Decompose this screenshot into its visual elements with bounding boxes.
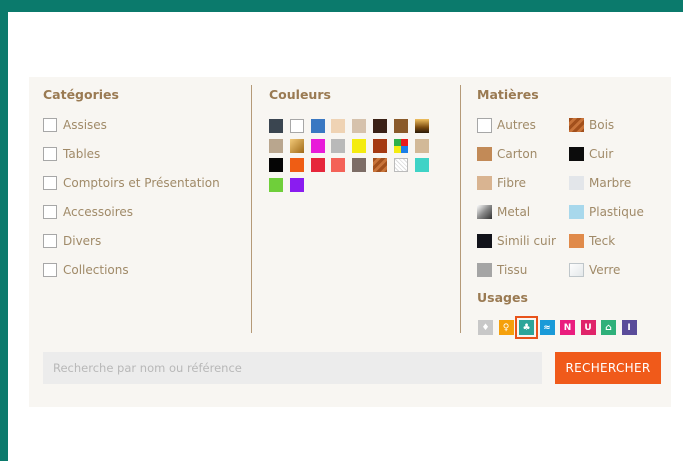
material-swatch[interactable]: [569, 205, 584, 219]
category-item[interactable]: Assises: [43, 117, 107, 133]
category-item[interactable]: Tables: [43, 146, 100, 162]
material-label: Carton: [497, 147, 538, 161]
torch-icon[interactable]: ♦: [478, 320, 493, 335]
material-item[interactable]: Simili cuir: [477, 233, 556, 249]
material-item[interactable]: Marbre: [569, 175, 631, 191]
color-swatch[interactable]: [373, 119, 387, 133]
color-swatch[interactable]: [414, 138, 429, 153]
material-label: Plastique: [589, 205, 644, 219]
materials-title: Matières: [477, 87, 539, 102]
info-icon[interactable]: I: [621, 320, 637, 335]
material-label: Verre: [589, 263, 621, 277]
material-item[interactable]: Carton: [477, 146, 537, 162]
material-label: Simili cuir: [497, 234, 556, 248]
category-label: Assises: [63, 118, 107, 132]
material-swatch[interactable]: [477, 234, 492, 248]
color-swatch[interactable]: [352, 119, 367, 133]
color-swatch[interactable]: [393, 119, 408, 133]
colors-title: Couleurs: [269, 87, 331, 102]
color-swatch[interactable]: [331, 158, 346, 172]
color-swatch[interactable]: [331, 138, 346, 153]
categories-title: Catégories: [43, 87, 119, 102]
category-label: Accessoires: [63, 205, 134, 219]
material-swatch[interactable]: [569, 118, 584, 132]
color-swatch[interactable]: [310, 158, 325, 172]
color-swatch[interactable]: [373, 138, 387, 153]
material-swatch[interactable]: [569, 234, 584, 248]
color-swatch[interactable]: [393, 158, 408, 172]
category-label: Divers: [63, 234, 102, 248]
color-swatch[interactable]: [352, 158, 367, 172]
color-swatch[interactable]: [414, 158, 429, 172]
color-swatch[interactable]: [414, 119, 429, 133]
tree-icon[interactable]: ♣: [515, 316, 538, 339]
material-item[interactable]: Teck: [569, 233, 615, 249]
color-swatch[interactable]: [373, 158, 387, 172]
material-swatch[interactable]: [569, 147, 584, 161]
color-swatch[interactable]: [310, 119, 325, 133]
outdoor-icon[interactable]: ⌂: [601, 320, 616, 335]
category-checkbox[interactable]: [43, 205, 57, 219]
material-item[interactable]: Tissu: [477, 262, 527, 278]
color-swatch[interactable]: [269, 138, 283, 153]
color-swatch[interactable]: [269, 158, 283, 172]
material-checkbox[interactable]: [477, 117, 492, 133]
color-swatch[interactable]: [352, 138, 367, 153]
color-swatch[interactable]: [310, 138, 325, 153]
material-item[interactable]: Fibre: [477, 175, 526, 191]
category-label: Tables: [63, 147, 101, 161]
material-swatch[interactable]: [477, 176, 492, 190]
color-swatch[interactable]: [289, 138, 304, 153]
category-checkbox[interactable]: [43, 118, 57, 132]
material-item[interactable]: Metal: [477, 204, 530, 220]
category-label: Collections: [63, 263, 129, 277]
color-swatch[interactable]: [289, 177, 304, 192]
material-swatch[interactable]: [569, 263, 584, 277]
divider: [251, 85, 252, 333]
material-label: Metal: [497, 205, 531, 219]
material-label: Autres: [497, 118, 536, 132]
color-swatch[interactable]: [331, 119, 346, 133]
color-swatch[interactable]: [289, 119, 304, 133]
material-item[interactable]: Bois: [569, 117, 614, 133]
material-item[interactable]: Plastique: [569, 204, 644, 220]
usages-title: Usages: [477, 290, 528, 305]
color-swatch[interactable]: [269, 177, 283, 192]
material-label: Teck: [589, 234, 616, 248]
category-checkbox[interactable]: [43, 176, 57, 190]
category-item[interactable]: Divers: [43, 233, 101, 249]
material-label: Marbre: [589, 176, 632, 190]
color-swatch[interactable]: [289, 158, 304, 172]
material-swatch[interactable]: [477, 147, 492, 161]
search-button[interactable]: RECHERCHER: [555, 352, 661, 384]
search-input[interactable]: [43, 352, 542, 384]
category-item[interactable]: Accessoires: [43, 204, 133, 220]
color-swatch[interactable]: [393, 138, 408, 153]
material-label: Bois: [589, 118, 615, 132]
category-label: Comptoirs et Présentation: [63, 176, 220, 190]
material-label: Fibre: [497, 176, 527, 190]
new-icon[interactable]: N: [560, 320, 575, 335]
material-swatch[interactable]: [477, 263, 492, 277]
material-item[interactable]: Verre: [569, 262, 620, 278]
material-label: Cuir: [589, 147, 614, 161]
category-checkbox[interactable]: [43, 234, 57, 248]
material-item[interactable]: Autres: [477, 117, 536, 133]
filter-panel: Catégories Assises Tables Comptoirs et Pré…: [29, 77, 671, 407]
category-checkbox[interactable]: [43, 263, 57, 277]
page-content: Catégories Assises Tables Comptoirs et Pré…: [8, 12, 683, 461]
bulb-icon[interactable]: ♀: [498, 320, 514, 335]
color-swatch[interactable]: [269, 119, 283, 133]
magnet-icon[interactable]: U: [580, 320, 596, 335]
category-item[interactable]: Comptoirs et Présentation: [43, 175, 220, 191]
material-swatch[interactable]: [569, 176, 584, 190]
wave-icon[interactable]: ≈: [539, 320, 555, 335]
category-checkbox[interactable]: [43, 147, 57, 161]
category-item[interactable]: Collections: [43, 262, 129, 278]
material-swatch[interactable]: [477, 205, 492, 219]
divider: [460, 85, 461, 333]
material-item[interactable]: Cuir: [569, 146, 613, 162]
material-label: Tissu: [497, 263, 528, 277]
